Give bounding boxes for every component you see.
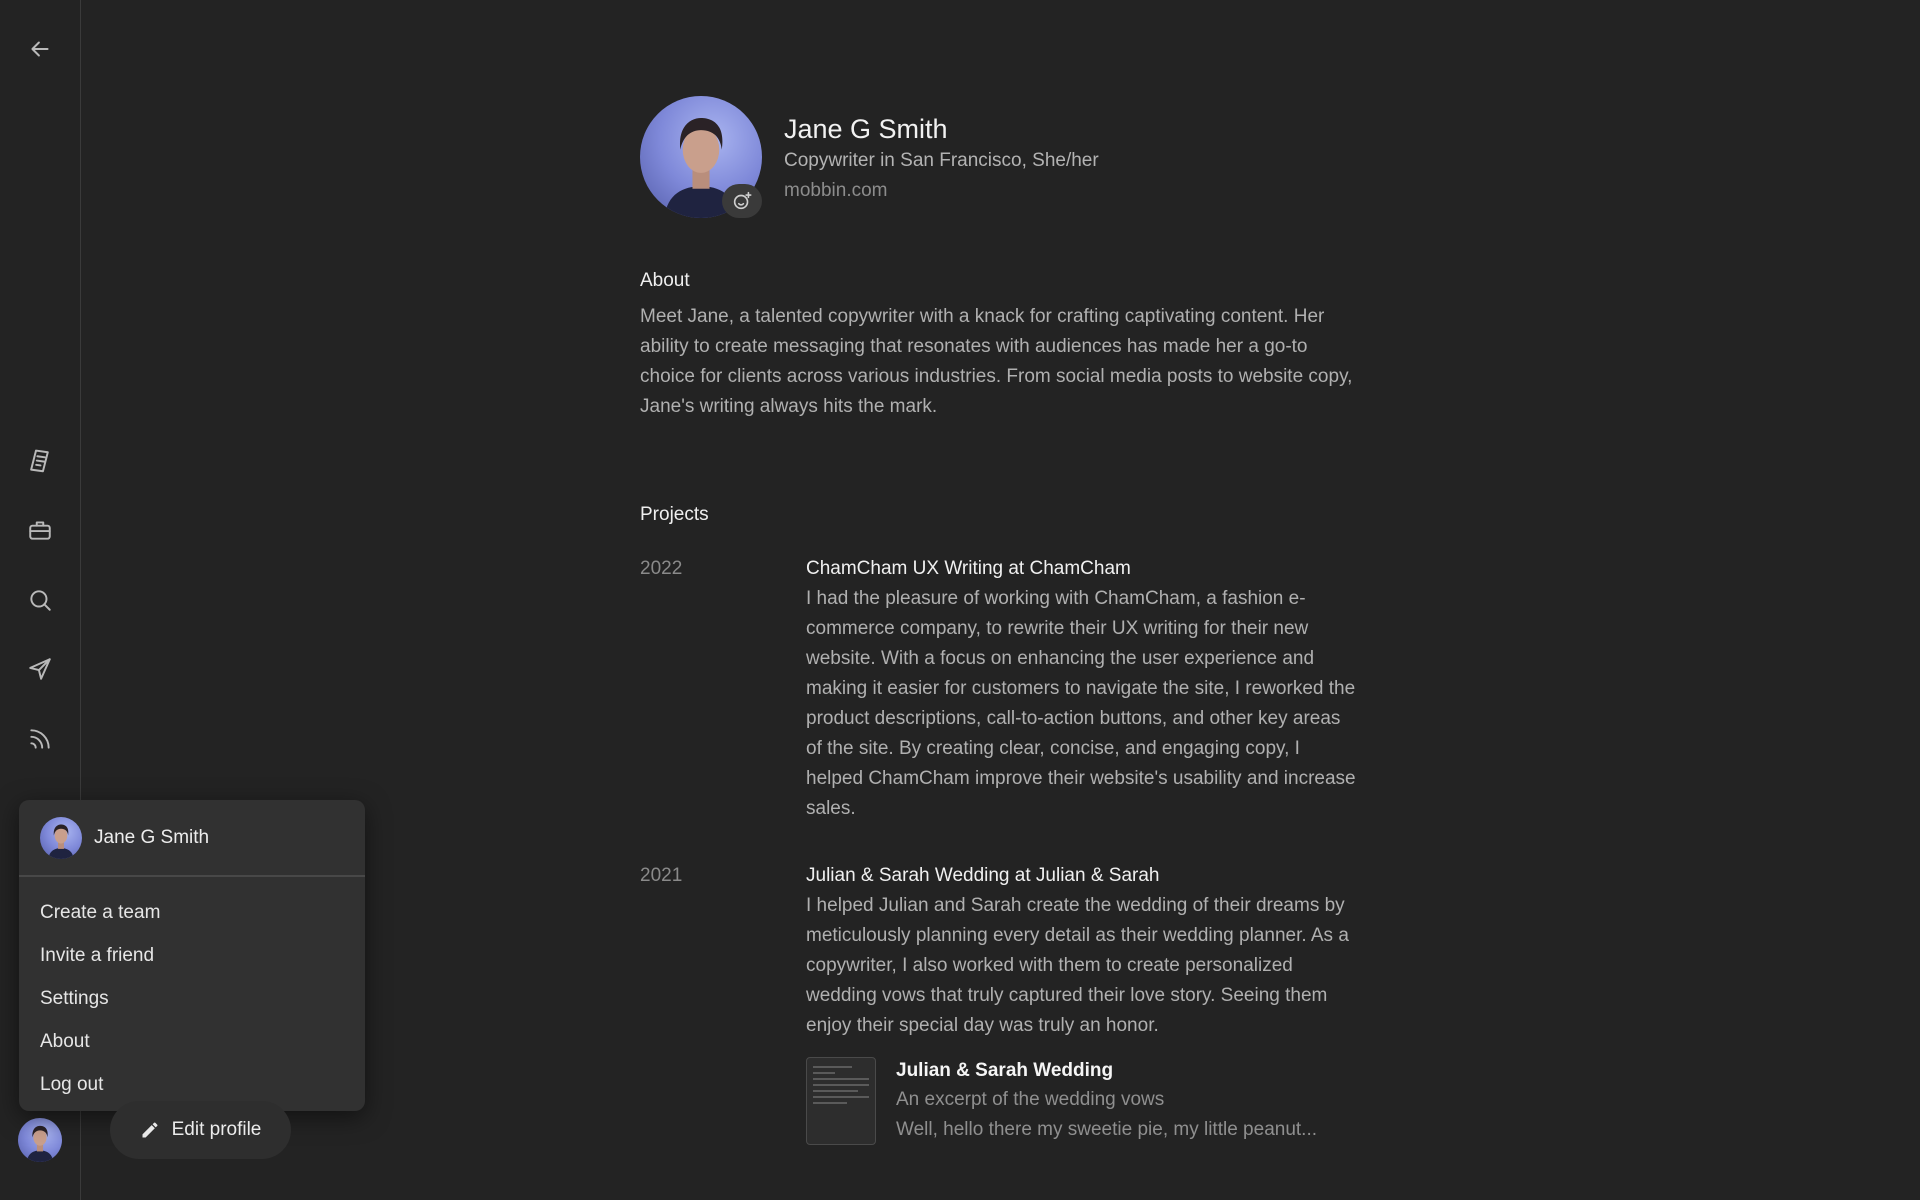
- back-button[interactable]: [20, 29, 60, 69]
- menu-item-log-out[interactable]: Log out: [19, 1063, 365, 1106]
- profile-role: Copywriter in San Francisco, She/her: [784, 150, 1099, 171]
- account-menu-username: Jane G Smith: [94, 826, 210, 848]
- nav-projects-button[interactable]: [20, 510, 60, 550]
- project-attachment[interactable]: Julian & Sarah Wedding An excerpt of the…: [806, 1057, 1360, 1145]
- profile-main: Jane G Smith Copywriter in San Francisco…: [640, 96, 1360, 1145]
- nav-notes-button[interactable]: [20, 441, 60, 481]
- add-emoji-icon: [733, 191, 752, 210]
- menu-item-create-team[interactable]: Create a team: [19, 891, 365, 934]
- project-title: ChamCham UX Writing at ChamCham: [806, 558, 1131, 579]
- edit-profile-button[interactable]: Edit profile: [110, 1101, 291, 1159]
- feed-icon: [30, 729, 50, 749]
- menu-item-about[interactable]: About: [19, 1020, 365, 1063]
- avatar: [18, 1118, 62, 1162]
- search-icon: [30, 590, 51, 611]
- profile-website-link[interactable]: mobbin.com: [784, 180, 1099, 202]
- about-text: Meet Jane, a talented copywriter with a …: [640, 306, 1353, 417]
- attachment-title: Julian & Sarah Wedding: [896, 1060, 1114, 1081]
- attachment-preview: Well, hello there my sweetie pie, my lit…: [896, 1119, 1318, 1140]
- back-arrow-icon: [31, 41, 49, 57]
- account-menu: Jane G Smith Create a team Invite a frie…: [19, 800, 365, 1111]
- project-item: 2022 ChamCham UX Writing at ChamCham I h…: [640, 554, 1360, 824]
- project-description: I helped Julian and Sarah create the wed…: [806, 895, 1349, 1036]
- projects-heading: Projects: [640, 504, 709, 525]
- nav-feed-button[interactable]: [20, 719, 60, 759]
- project-year: 2021: [640, 865, 683, 886]
- account-avatar-button[interactable]: [18, 1118, 62, 1162]
- send-icon: [29, 658, 51, 680]
- attachment-subtitle: An excerpt of the wedding vows: [896, 1089, 1165, 1110]
- profile-header: Jane G Smith Copywriter in San Francisco…: [640, 96, 1360, 218]
- project-title: Julian & Sarah Wedding at Julian & Sarah: [806, 865, 1160, 886]
- menu-item-invite-friend[interactable]: Invite a friend: [19, 934, 365, 977]
- project-description: I had the pleasure of working with ChamC…: [806, 588, 1356, 819]
- profile-name: Jane G Smith: [784, 114, 948, 144]
- avatar: [40, 817, 82, 859]
- edit-profile-label: Edit profile: [171, 1119, 262, 1140]
- about-heading: About: [640, 270, 690, 291]
- project-item: 2021 Julian & Sarah Wedding at Julian & …: [640, 861, 1360, 1145]
- nav-messages-button[interactable]: [20, 649, 60, 689]
- project-year: 2022: [640, 558, 683, 579]
- menu-item-settings[interactable]: Settings: [19, 977, 365, 1020]
- profile-avatar: [640, 96, 762, 218]
- pencil-icon: [142, 1122, 158, 1138]
- notes-icon: [30, 449, 49, 473]
- briefcase-icon: [29, 521, 51, 540]
- nav-search-button[interactable]: [20, 580, 60, 620]
- account-menu-user[interactable]: Jane G Smith: [19, 800, 365, 877]
- attachment-thumbnail: [806, 1057, 876, 1145]
- add-status-button[interactable]: [722, 184, 762, 218]
